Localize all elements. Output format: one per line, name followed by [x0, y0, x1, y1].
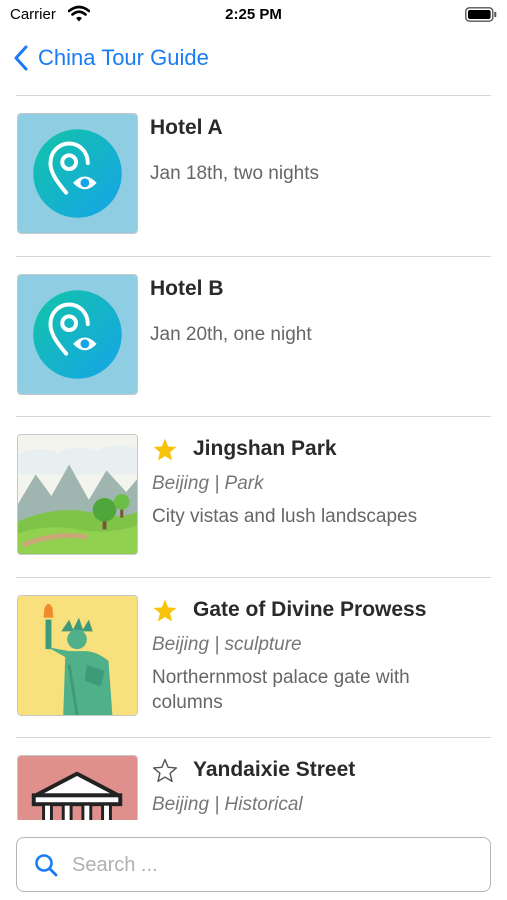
item-title: Hotel A [150, 116, 223, 139]
item-description: Northernmost palace gate with columns [152, 666, 410, 713]
item-description: City vistas and lush landscapes [152, 506, 418, 527]
temple-building-image [17, 755, 138, 820]
item-meta: Beijing | Park [152, 473, 264, 494]
location-pin-eye-icon [17, 273, 138, 395]
park-landscape-image [17, 434, 138, 555]
list-item[interactable]: Yandaixie Street Beijing | Historical [16, 738, 491, 820]
search-bar[interactable] [16, 837, 491, 892]
search-input[interactable] [72, 846, 472, 884]
status-bar: Carrier 2:25 PM [0, 0, 507, 30]
list-item[interactable]: Hotel B Jan 20th, one night [16, 257, 491, 417]
back-button-label: China Tour Guide [38, 45, 209, 70]
list-item[interactable]: Gate of Divine Prowess Beijing | sculptu… [16, 578, 491, 738]
item-subtitle: Jan 18th, two nights [150, 163, 319, 184]
navigation-bar: China Tour Guide [0, 38, 507, 78]
star-filled-icon[interactable] [152, 437, 178, 463]
star-outline-icon[interactable] [152, 758, 178, 784]
location-pin-eye-icon [17, 113, 138, 234]
item-title: Jingshan Park [193, 437, 337, 460]
search-icon [35, 854, 58, 877]
places-list[interactable]: Hotel A Jan 18th, two nights Hotel B Jan… [16, 95, 491, 820]
star-filled-icon[interactable] [152, 598, 178, 624]
item-meta: Beijing | sculpture [152, 633, 302, 655]
back-button[interactable]: China Tour Guide [12, 42, 209, 74]
item-title: Gate of Divine Prowess [193, 597, 427, 621]
chevron-left-icon [14, 45, 28, 71]
battery-icon [465, 7, 497, 22]
clock-label: 2:25 PM [225, 6, 282, 23]
list-item[interactable]: Hotel A Jan 18th, two nights [16, 96, 491, 257]
item-subtitle: Jan 20th, one night [150, 323, 312, 345]
item-meta: Beijing | Historical [152, 794, 303, 815]
item-title: Yandaixie Street [193, 758, 356, 781]
statue-image [17, 594, 138, 716]
item-title: Hotel B [150, 276, 224, 300]
list-item[interactable]: Jingshan Park Beijing | Park City vistas… [16, 417, 491, 578]
